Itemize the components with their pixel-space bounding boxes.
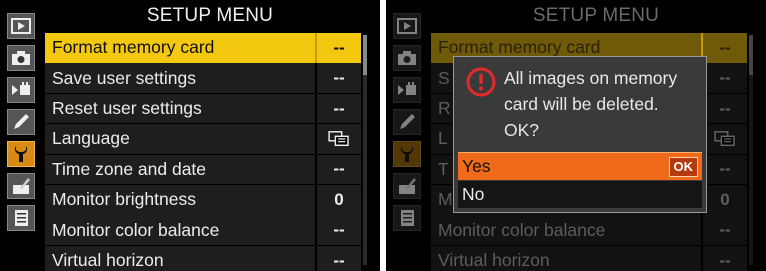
- menu-item-reset-user-settings[interactable]: Reset user settings --: [45, 93, 361, 124]
- menu-item-format-memory-card[interactable]: Format memory card --: [45, 33, 361, 63]
- playback-icon[interactable]: [7, 13, 35, 39]
- setup-menu-screen: SETUP MENU Format memory card -- Save us…: [0, 0, 380, 271]
- menu-item-value: --: [315, 245, 361, 271]
- movie-icon[interactable]: [7, 77, 35, 103]
- menu-scrollbar: [749, 35, 753, 265]
- ok-button-badge: OK: [668, 156, 698, 177]
- dialog-message-line: OK?: [504, 120, 540, 140]
- menu-item-value: --: [701, 154, 747, 185]
- menu-title: SETUP MENU: [532, 5, 660, 26]
- menu-item-value: 0: [701, 184, 747, 215]
- menu-item-value: --: [701, 245, 747, 271]
- dialog-message: All images on memory card will be delete…: [504, 65, 700, 143]
- menu-item-value: --: [315, 63, 361, 93]
- menu-item-save-user-settings[interactable]: Save user settings --: [45, 63, 361, 93]
- menu-title: SETUP MENU: [146, 5, 274, 26]
- menu-item-value: --: [315, 33, 361, 63]
- retouch-icon[interactable]: [7, 173, 35, 199]
- menu-scroll-thumb[interactable]: [363, 35, 367, 75]
- menu-item-monitor-brightness[interactable]: Monitor brightness 0: [45, 184, 361, 215]
- menu-item-language[interactable]: Language: [45, 124, 361, 154]
- menu-item-value: 0: [315, 184, 361, 215]
- format-confirm-dialog: All images on memory card will be delete…: [453, 56, 707, 213]
- playback-icon: [393, 13, 421, 39]
- dialog-message-line: All images on memory: [504, 68, 678, 88]
- yes-option[interactable]: Yes OK: [458, 152, 702, 180]
- pencil-icon: [393, 109, 421, 135]
- my-menu-icon: [393, 205, 421, 231]
- setup-menu-list: Format memory card -- Save user settings…: [45, 33, 361, 271]
- menu-scrollbar[interactable]: [363, 35, 367, 265]
- menu-item-label: Language: [52, 128, 130, 149]
- menu-sidebar: [7, 13, 37, 237]
- wrench-icon: [393, 141, 421, 167]
- camera-icon[interactable]: [7, 45, 35, 71]
- yes-option-label: Yes: [462, 156, 491, 176]
- wrench-icon[interactable]: [7, 141, 35, 167]
- menu-item-label: Virtual horizon: [52, 250, 164, 271]
- camera-icon: [393, 45, 421, 71]
- menu-item-virtual-horizon[interactable]: Virtual horizon --: [45, 245, 361, 271]
- dialog-message-line: card will be deleted.: [504, 94, 659, 114]
- menu-item-monitor-color-balance: Monitor color balance --: [431, 215, 747, 245]
- my-menu-icon[interactable]: [7, 205, 35, 231]
- menu-sidebar: [393, 13, 423, 237]
- menu-item-time-zone-and-date[interactable]: Time zone and date --: [45, 154, 361, 185]
- menu-item-label: Save user settings: [52, 67, 196, 88]
- menu-item-label: Virtual horizon: [438, 250, 550, 271]
- menu-item-value: --: [315, 215, 361, 245]
- menu-item-value: --: [315, 154, 361, 185]
- menu-item-monitor-color-balance[interactable]: Monitor color balance --: [45, 215, 361, 245]
- menu-item-value: --: [315, 93, 361, 124]
- movie-icon: [393, 77, 421, 103]
- menu-item-label: Monitor brightness: [52, 189, 196, 210]
- menu-item-label: Time zone and date: [52, 158, 207, 179]
- no-option-label: No: [462, 184, 485, 204]
- menu-item-label: Reset user settings: [52, 98, 202, 119]
- menu-item-value: --: [701, 33, 747, 63]
- format-confirm-screen: SETUP MENU Format memory card -- S -- R …: [386, 0, 766, 271]
- menu-item-label: Format memory card: [52, 37, 215, 58]
- menu-scroll-thumb: [749, 35, 753, 75]
- menu-item-value: --: [701, 215, 747, 245]
- menu-item-label: Monitor color balance: [438, 219, 606, 240]
- pencil-icon[interactable]: [7, 109, 35, 135]
- menu-item-value: --: [701, 93, 747, 124]
- menu-item-label: Monitor color balance: [52, 219, 220, 240]
- language-icon: [701, 124, 747, 154]
- retouch-icon: [393, 173, 421, 199]
- no-option[interactable]: No: [458, 181, 702, 208]
- menu-item-value: --: [701, 63, 747, 93]
- warning-icon: [466, 67, 496, 97]
- menu-item-virtual-horizon: Virtual horizon --: [431, 245, 747, 271]
- language-icon: [315, 124, 361, 154]
